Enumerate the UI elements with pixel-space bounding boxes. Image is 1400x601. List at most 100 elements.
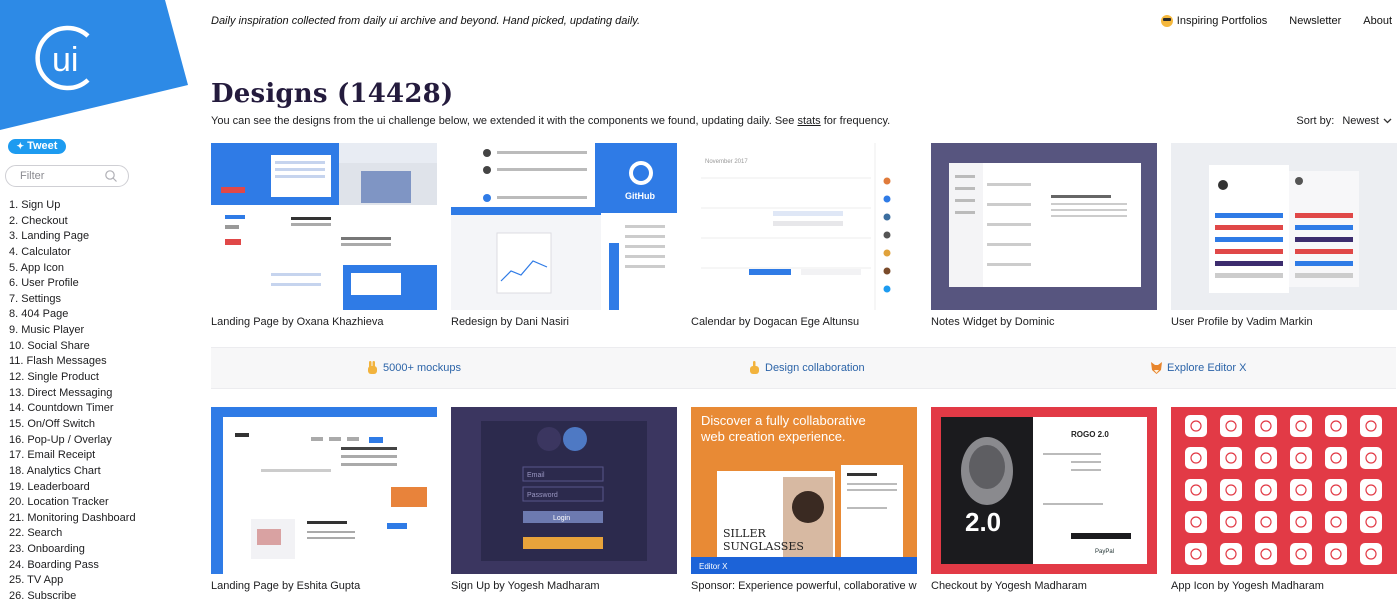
- category-item[interactable]: 7. Settings: [9, 292, 136, 308]
- category-item[interactable]: 17. Email Receipt: [9, 448, 136, 464]
- category-item[interactable]: 3. Landing Page: [9, 229, 136, 245]
- page-subtitle: You can see the designs from the ui chal…: [211, 115, 890, 127]
- site-tagline: Daily inspiration collected from daily u…: [211, 15, 641, 27]
- app-icon-tile: [1185, 543, 1207, 565]
- design-caption[interactable]: Calendar by Dogacan Ege Altunsu: [691, 316, 917, 330]
- app-icon-tile: [1220, 447, 1242, 469]
- design-caption[interactable]: Landing Page by Eshita Gupta: [211, 580, 437, 594]
- design-thumbnail[interactable]: [1171, 143, 1397, 310]
- tweet-button[interactable]: ✦ Tweet: [8, 139, 66, 154]
- app-icon-tile: [1255, 447, 1277, 469]
- design-caption[interactable]: Sign Up by Yogesh Madharam: [451, 580, 677, 594]
- design-card[interactable]: GitHub Redesign by Dani Nasiri: [451, 143, 677, 330]
- app-icon-tile: [1325, 543, 1347, 565]
- design-thumbnail[interactable]: [931, 143, 1157, 310]
- nav-newsletter[interactable]: Newsletter: [1289, 15, 1341, 27]
- design-caption[interactable]: Notes Widget by Dominic: [931, 316, 1157, 330]
- victory-hand-icon: [368, 361, 377, 374]
- category-item[interactable]: 25. TV App: [9, 573, 136, 589]
- design-card[interactable]: User Profile by Vadim Markin: [1171, 143, 1397, 330]
- design-card[interactable]: Email Password Login Sign Up by Yogesh M…: [451, 407, 677, 594]
- app-icon-tile: [1360, 479, 1382, 501]
- category-item[interactable]: 19. Leaderboard: [9, 480, 136, 496]
- top-nav: Inspiring Portfolios Newsletter About: [1160, 15, 1392, 27]
- category-item[interactable]: 24. Boarding Pass: [9, 558, 136, 574]
- promo-collaboration-link[interactable]: Design collaboration: [749, 361, 865, 374]
- app-icon-tile: [1360, 447, 1382, 469]
- app-icon-tile: [1290, 479, 1312, 501]
- checkout-paypal: PayPal: [1095, 549, 1114, 555]
- design-thumbnail[interactable]: Discover a fully collaborative web creat…: [691, 407, 917, 574]
- site-logo[interactable]: ui: [0, 0, 190, 130]
- page-title: Designs (14428): [211, 79, 454, 109]
- category-item[interactable]: 26. Subscribe: [9, 589, 136, 601]
- category-item[interactable]: 8. 404 Page: [9, 307, 136, 323]
- design-card[interactable]: November 2017 Calendar by Dogacan Ege Al…: [691, 143, 917, 330]
- promo-mockups-link[interactable]: 5000+ mockups: [367, 361, 461, 374]
- category-item[interactable]: 12. Single Product: [9, 370, 136, 386]
- sort-select[interactable]: Newest: [1342, 115, 1392, 127]
- design-caption[interactable]: User Profile by Vadim Markin: [1171, 316, 1397, 330]
- design-card[interactable]: Landing Page by Eshita Gupta: [211, 407, 437, 594]
- design-thumbnail[interactable]: GitHub: [451, 143, 677, 310]
- nav-inspiring-portfolios[interactable]: Inspiring Portfolios: [1160, 15, 1268, 27]
- design-caption[interactable]: App Icon by Yogesh Madharam: [1171, 580, 1397, 594]
- hand-icon: [750, 361, 759, 374]
- app-icon-tile: [1290, 415, 1312, 437]
- search-icon: [105, 170, 117, 182]
- category-item[interactable]: 23. Onboarding: [9, 542, 136, 558]
- design-card[interactable]: Notes Widget by Dominic: [931, 143, 1157, 330]
- subtitle-text: You can see the designs from the ui chal…: [211, 115, 798, 127]
- category-item[interactable]: 2. Checkout: [9, 214, 136, 230]
- design-card[interactable]: Landing Page by Oxana Khazhieva: [211, 143, 437, 330]
- nav-label: Inspiring Portfolios: [1176, 15, 1268, 27]
- category-item[interactable]: 14. Countdown Timer: [9, 401, 136, 417]
- design-card[interactable]: App Icon by Yogesh Madharam: [1171, 407, 1397, 594]
- category-item[interactable]: 5. App Icon: [9, 261, 136, 277]
- calendar-month: November 2017: [705, 159, 748, 165]
- app-icon-tile: [1360, 543, 1382, 565]
- category-item[interactable]: 18. Analytics Chart: [9, 464, 136, 480]
- promo-editorx-link[interactable]: Explore Editor X: [1151, 361, 1246, 374]
- category-item[interactable]: 16. Pop-Up / Overlay: [9, 433, 136, 449]
- design-caption[interactable]: Redesign by Dani Nasiri: [451, 316, 677, 330]
- design-thumbnail[interactable]: Email Password Login: [451, 407, 677, 574]
- app-icon-tile: [1325, 415, 1347, 437]
- category-item[interactable]: 21. Monitoring Dashboard: [9, 511, 136, 527]
- sunglasses-emoji-icon: [1160, 15, 1173, 27]
- design-thumbnail[interactable]: [211, 143, 437, 310]
- design-caption[interactable]: Checkout by Yogesh Madharam: [931, 580, 1157, 594]
- nav-about[interactable]: About: [1363, 15, 1392, 27]
- category-item[interactable]: 1. Sign Up: [9, 198, 136, 214]
- category-item[interactable]: 9. Music Player: [9, 323, 136, 339]
- design-thumbnail[interactable]: [211, 407, 437, 574]
- app-icon-tile: [1185, 511, 1207, 533]
- category-item[interactable]: 15. On/Off Switch: [9, 417, 136, 433]
- category-item[interactable]: 22. Search: [9, 526, 136, 542]
- design-card[interactable]: 2.0 ROGO 2.0 PayPal Checkout by Yogesh M…: [931, 407, 1157, 594]
- category-item[interactable]: 4. Calculator: [9, 245, 136, 261]
- app-icon-tile: [1185, 479, 1207, 501]
- app-icon-tile: [1325, 511, 1347, 533]
- design-caption[interactable]: Landing Page by Oxana Khazhieva: [211, 316, 437, 330]
- category-item[interactable]: 11. Flash Messages: [9, 354, 136, 370]
- category-item[interactable]: 20. Location Tracker: [9, 495, 136, 511]
- promo-bar: 5000+ mockups Design collaboration Explo…: [211, 347, 1396, 389]
- design-thumbnail[interactable]: 2.0 ROGO 2.0 PayPal: [931, 407, 1157, 574]
- design-thumbnail[interactable]: [1171, 407, 1397, 574]
- stats-link[interactable]: stats: [797, 115, 820, 127]
- app-icon-tile: [1255, 511, 1277, 533]
- design-thumbnail[interactable]: November 2017: [691, 143, 917, 310]
- sort-value: Newest: [1342, 115, 1379, 127]
- design-caption[interactable]: Sponsor: Experience powerful, collaborat…: [691, 580, 917, 594]
- category-item[interactable]: 6. User Profile: [9, 276, 136, 292]
- app-icon-tile: [1360, 511, 1382, 533]
- promo-label: Explore Editor X: [1167, 361, 1247, 374]
- checkout-number: 2.0: [965, 507, 1001, 537]
- design-card[interactable]: Discover a fully collaborative web creat…: [691, 407, 917, 594]
- sponsor-headline-2: web creation experience.: [700, 429, 846, 444]
- sponsor-footer: Editor X: [699, 562, 728, 571]
- category-item[interactable]: 13. Direct Messaging: [9, 386, 136, 402]
- category-item[interactable]: 10. Social Share: [9, 339, 136, 355]
- logo-text: ui: [52, 41, 78, 79]
